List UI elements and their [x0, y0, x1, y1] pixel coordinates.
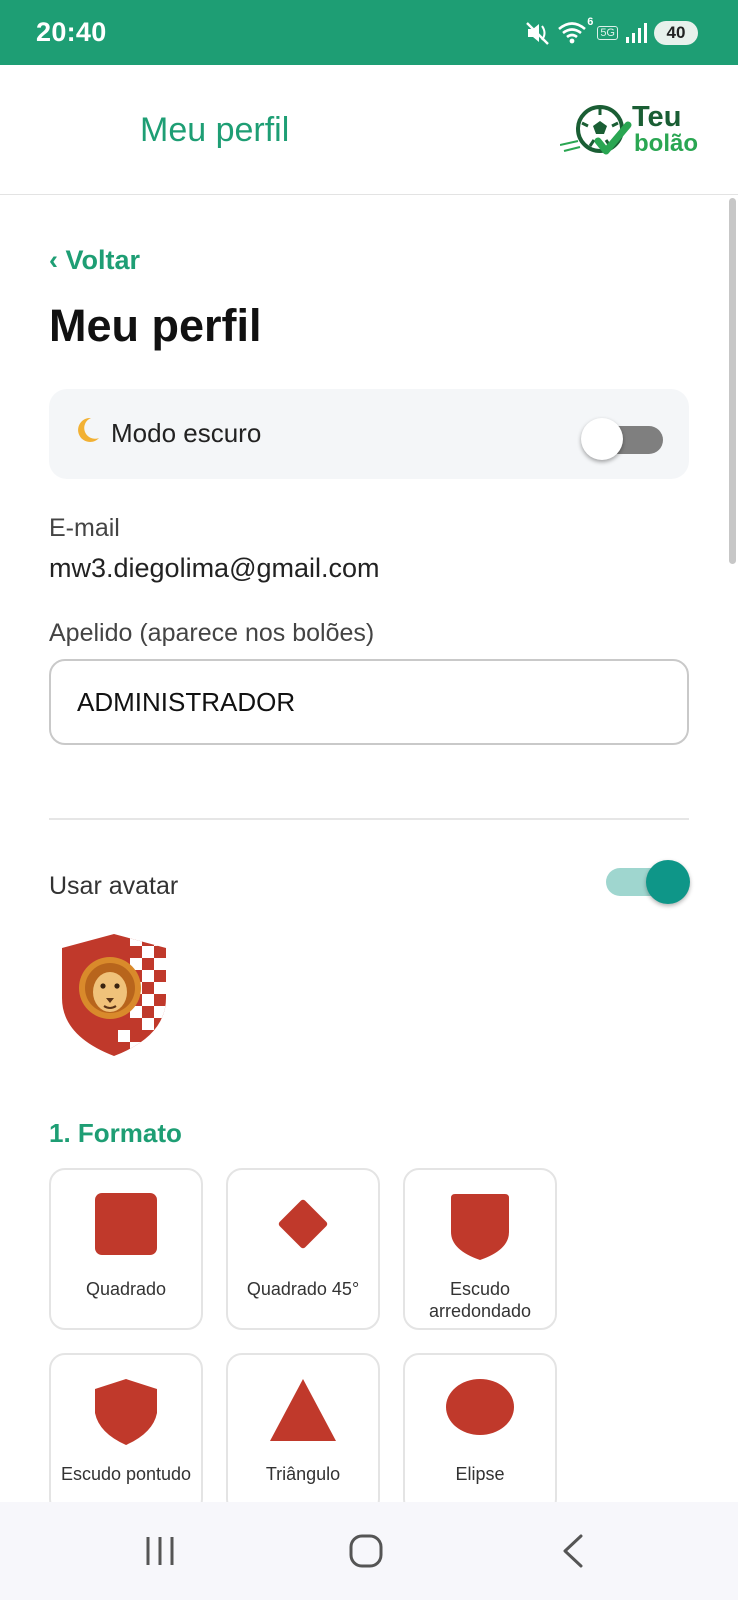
toggle-thumb — [646, 860, 690, 904]
system-nav-bar — [0, 1502, 738, 1600]
shape-option-diamond[interactable]: Quadrado 45° — [226, 1168, 380, 1330]
shape-option-ellipse[interactable]: Elipse — [403, 1353, 557, 1515]
shape-label: Quadrado 45° — [246, 1279, 360, 1299]
network-type: 5G — [597, 26, 618, 40]
lion-shield-icon — [62, 934, 166, 1056]
shape-option-rounded-shield[interactable]: Escudo arredondado — [403, 1168, 557, 1330]
pointed-shield-shape-icon — [95, 1379, 157, 1445]
app-logo[interactable]: Teu bolão — [560, 101, 710, 163]
avatar-preview — [58, 928, 170, 1058]
shape-label: Escudo arredondado — [428, 1279, 532, 1321]
shape-option-triangle[interactable]: Triângulo — [226, 1353, 380, 1515]
moon-icon — [75, 416, 101, 451]
dark-mode-label-row: Modo escuro — [75, 416, 261, 451]
avatar-toggle[interactable] — [606, 860, 690, 904]
app-header: Meu perfil Teu bolão — [0, 65, 738, 195]
scrollbar[interactable] — [729, 198, 736, 564]
square-shape-icon — [95, 1193, 157, 1255]
header-title: Meu perfil — [140, 111, 290, 149]
back-link[interactable]: ‹ Voltar — [49, 245, 140, 276]
status-bar: 20:40 6 5G 40 — [0, 0, 738, 65]
logo-text: Teu bolão — [632, 101, 698, 157]
dark-mode-label: Modo escuro — [111, 418, 262, 448]
toggle-thumb — [581, 418, 623, 460]
triangle-shape-icon — [270, 1379, 336, 1441]
avatar-label: Usar avatar — [49, 872, 179, 900]
dark-mode-toggle[interactable] — [581, 414, 665, 460]
battery-icon: 40 — [654, 21, 698, 45]
diamond-shape-icon — [278, 1199, 328, 1249]
mute-icon — [525, 20, 551, 46]
back-arrow-icon — [563, 1534, 583, 1568]
recent-apps-button[interactable] — [130, 1502, 190, 1600]
format-section-title: 1. Formato — [49, 1118, 182, 1148]
divider — [49, 818, 689, 820]
email-label: E-mail — [49, 514, 120, 542]
rounded-shield-shape-icon — [451, 1194, 509, 1260]
nickname-input[interactable] — [49, 659, 689, 745]
shape-label: Escudo pontudo — [60, 1464, 192, 1484]
email-value: mw3.diegolima@gmail.com — [49, 553, 380, 583]
soccer-ball-icon — [560, 105, 632, 155]
shape-option-pointed-shield[interactable]: Escudo pontudo — [49, 1353, 203, 1515]
home-icon — [349, 1534, 383, 1568]
page-title: Meu perfil — [49, 300, 262, 351]
shape-label: Triângulo — [265, 1464, 341, 1484]
back-button[interactable] — [544, 1502, 604, 1600]
dark-mode-card: Modo escuro — [49, 389, 689, 479]
nickname-label: Apelido (aparece nos bolões) — [49, 619, 375, 647]
wifi-badge: 6 — [587, 16, 594, 28]
home-button[interactable] — [336, 1502, 396, 1600]
shape-option-square[interactable]: Quadrado — [49, 1168, 203, 1330]
recent-apps-icon — [146, 1537, 174, 1565]
signal-icon — [624, 21, 648, 45]
ellipse-shape-icon — [446, 1379, 514, 1435]
wifi-icon: 6 — [557, 16, 593, 46]
status-time: 20:40 — [36, 17, 107, 47]
shape-label: Quadrado — [85, 1279, 167, 1299]
status-icons: 6 5G 40 — [525, 16, 698, 50]
shape-label: Elipse — [455, 1464, 505, 1484]
